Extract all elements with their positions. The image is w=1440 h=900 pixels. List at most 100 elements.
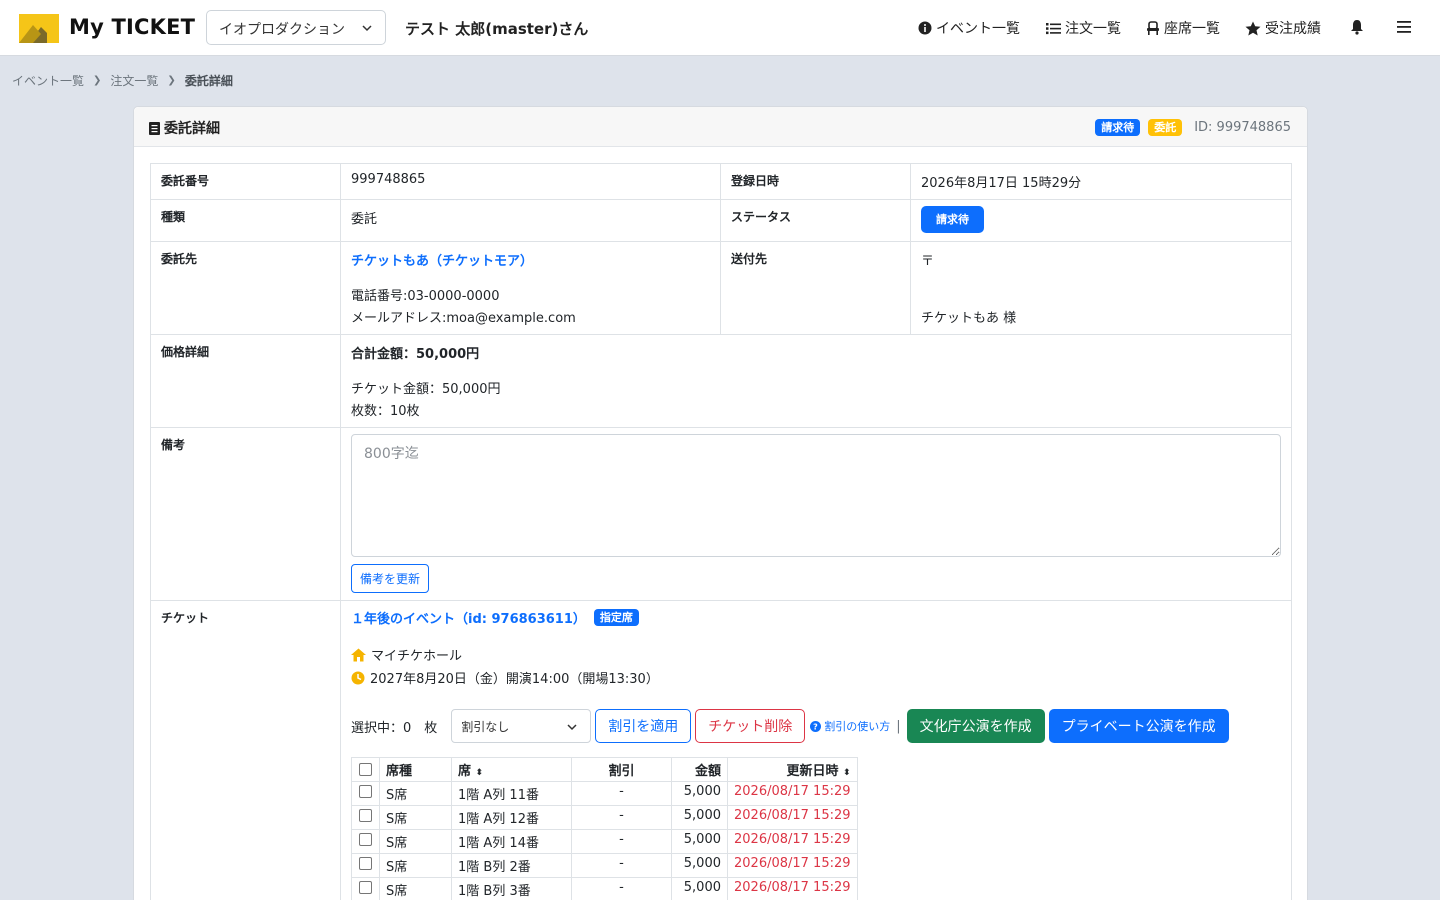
ship-label: 送付先 xyxy=(720,241,911,335)
row-discount: - xyxy=(571,829,672,854)
discount-select[interactable]: 割引なし xyxy=(451,709,592,743)
breadcrumb: イベント一覧 ❯ 注文一覧 ❯ 委託詳細 xyxy=(12,72,233,89)
remarks-label: 備考 xyxy=(150,427,341,601)
table-row[interactable]: S席 1階 A列 14番 -5,000 2026/08/17 15:29 xyxy=(351,829,858,854)
row-seat: 1階 A列 12番 xyxy=(451,805,572,830)
bell-icon[interactable] xyxy=(1350,19,1364,35)
ticket-table: 席種 席 ⬍ 割引 金額 更新日時 ⬍ S席 1階 A列 11番 -5,000 202… xyxy=(351,757,858,900)
row-checkbox[interactable] xyxy=(359,857,372,870)
consignment-id: ID: 999748865 xyxy=(1194,120,1291,135)
card-title-label: 委託詳細 xyxy=(164,121,220,137)
row-amount: 5,000 xyxy=(671,805,728,830)
create-bunka-performance-button[interactable]: 文化庁公演を作成 xyxy=(906,709,1045,743)
detail-row: 委託先 チケットもあ（チケットモア） 電話番号:03-0000-0000 メール… xyxy=(150,241,1292,335)
row-seat: 1階 B列 2番 xyxy=(451,853,572,878)
row-seat-type: S席 xyxy=(379,781,452,806)
row-checkbox[interactable] xyxy=(359,833,372,846)
col-discount: 割引 xyxy=(571,757,672,782)
registered-label: 登録日時 xyxy=(720,163,911,200)
consign-no-label: 委託番号 xyxy=(150,163,341,200)
discount-help-link[interactable]: ? 割引の使い方 xyxy=(810,718,890,734)
ticket-table-body: S席 1階 A列 11番 -5,000 2026/08/17 15:29 S席 1階 A列… xyxy=(351,781,858,900)
price-ticket-amount: チケット金額：50,000円 xyxy=(351,382,501,397)
row-updated: 2026/08/17 15:29 xyxy=(727,829,858,854)
update-remarks-button[interactable]: 備考を更新 xyxy=(351,564,430,593)
nav-seats[interactable]: 座席一覧 xyxy=(1146,18,1220,38)
row-updated: 2026/08/17 15:29 xyxy=(727,781,858,806)
consignee-cell: チケットもあ（チケットモア） 電話番号:03-0000-0000 メールアドレス… xyxy=(340,241,721,335)
chevron-down-icon xyxy=(567,724,577,731)
row-discount: - xyxy=(571,877,672,900)
top-navbar: My TICKET イオプロダクション テスト 太郎(master)さん イベン… xyxy=(0,0,1440,56)
delete-ticket-button[interactable]: チケット削除 xyxy=(695,709,806,743)
consignee-link[interactable]: チケットもあ（チケットモア） xyxy=(351,250,710,269)
col-seat-type[interactable]: 席種 xyxy=(379,757,452,782)
question-circle-icon: ? xyxy=(810,720,822,732)
apply-discount-button[interactable]: 割引を適用 xyxy=(595,709,692,743)
col-seat-label: 席 xyxy=(458,764,472,779)
brand-logo-icon[interactable] xyxy=(19,14,59,43)
seat-icon xyxy=(1147,21,1159,35)
row-seat-type: S席 xyxy=(379,805,452,830)
remarks-textarea[interactable] xyxy=(351,434,1281,557)
remarks-cell: 備考を更新 xyxy=(340,427,1292,601)
detail-row: 種類 委託 ステータス 請求待 xyxy=(150,199,1292,242)
selected-count: 選択中：0 枚 xyxy=(351,720,438,736)
nav-sales-results[interactable]: 受注成績 xyxy=(1245,18,1321,38)
event-link[interactable]: １年後のイベント（id: 976863611） xyxy=(351,608,586,627)
nav-orders[interactable]: 注文一覧 xyxy=(1046,18,1121,38)
chevron-down-icon xyxy=(362,25,372,32)
row-amount: 5,000 xyxy=(671,853,728,878)
kind-label: 種類 xyxy=(150,199,341,242)
create-private-performance-button[interactable]: プライベート公演を作成 xyxy=(1048,709,1229,743)
row-checkbox[interactable] xyxy=(359,809,372,822)
nav-orders-label: 注文一覧 xyxy=(1065,21,1121,37)
kind-value: 委託 xyxy=(340,199,721,242)
sort-icon: ⬍ xyxy=(842,768,851,778)
chevron-right-icon: ❯ xyxy=(167,75,176,86)
info-circle-icon xyxy=(918,21,932,35)
select-all-checkbox[interactable] xyxy=(359,763,372,776)
breadcrumb-current: 委託詳細 xyxy=(184,74,233,88)
row-checkbox-cell xyxy=(351,829,380,854)
breadcrumb-orders[interactable]: 注文一覧 xyxy=(110,72,158,89)
ticket-cell: １年後のイベント（id: 976863611） 指定席 マイチケホール 2027… xyxy=(340,600,1292,900)
nav-seats-label: 座席一覧 xyxy=(1164,21,1220,37)
price-count: 枚数：10枚 xyxy=(351,404,420,419)
document-icon xyxy=(149,121,160,135)
consignee-email: メールアドレス:moa@example.com xyxy=(351,311,576,326)
table-row[interactable]: S席 1階 B列 2番 -5,000 2026/08/17 15:29 xyxy=(351,853,858,878)
row-discount: - xyxy=(571,805,672,830)
nav-events[interactable]: イベント一覧 xyxy=(918,18,1020,38)
detail-row: 価格詳細 合計金額：50,000円 チケット金額：50,000円 枚数：10枚 xyxy=(150,334,1292,428)
row-amount: 5,000 xyxy=(671,829,728,854)
row-discount: - xyxy=(571,781,672,806)
col-amount: 金額 xyxy=(671,757,728,782)
ticket-table-header: 席種 席 ⬍ 割引 金額 更新日時 ⬍ xyxy=(351,757,858,782)
status-badge: 請求待 xyxy=(1095,119,1141,136)
brand-name[interactable]: My TICKET xyxy=(69,15,195,39)
price-total: 合計金額：50,000円 xyxy=(351,347,480,362)
table-row[interactable]: S席 1階 B列 3番 -5,000 2026/08/17 15:29 xyxy=(351,877,858,900)
row-checkbox[interactable] xyxy=(359,881,372,894)
col-seat[interactable]: 席 ⬍ xyxy=(451,757,572,782)
ship-postal: 〒 xyxy=(921,254,935,269)
col-updated[interactable]: 更新日時 ⬍ xyxy=(727,757,858,782)
sort-icon: ⬍ xyxy=(475,768,484,778)
ticket-action-bar: 選択中：0 枚 割引なし 割引を適用 チケット削除 ? 割引の使い方 | 文化庁… xyxy=(351,709,1281,743)
organization-select[interactable]: イオプロダクション xyxy=(206,10,386,45)
ship-name: チケットもあ 様 xyxy=(921,311,1017,326)
list-icon xyxy=(1046,22,1061,34)
table-row[interactable]: S席 1階 A列 11番 -5,000 2026/08/17 15:29 xyxy=(351,781,858,806)
hamburger-menu-icon[interactable] xyxy=(1397,20,1411,34)
detail-row: 備考 備考を更新 xyxy=(150,427,1292,601)
card-title: 委託詳細 xyxy=(149,118,220,138)
row-checkbox-cell xyxy=(351,781,380,806)
col-updated-label: 更新日時 xyxy=(786,764,839,779)
row-seat-type: S席 xyxy=(379,829,452,854)
table-row[interactable]: S席 1階 A列 12番 -5,000 2026/08/17 15:29 xyxy=(351,805,858,830)
breadcrumb-events[interactable]: イベント一覧 xyxy=(12,72,84,89)
svg-text:?: ? xyxy=(813,722,818,731)
row-checkbox[interactable] xyxy=(359,785,372,798)
divider: | xyxy=(896,718,901,734)
